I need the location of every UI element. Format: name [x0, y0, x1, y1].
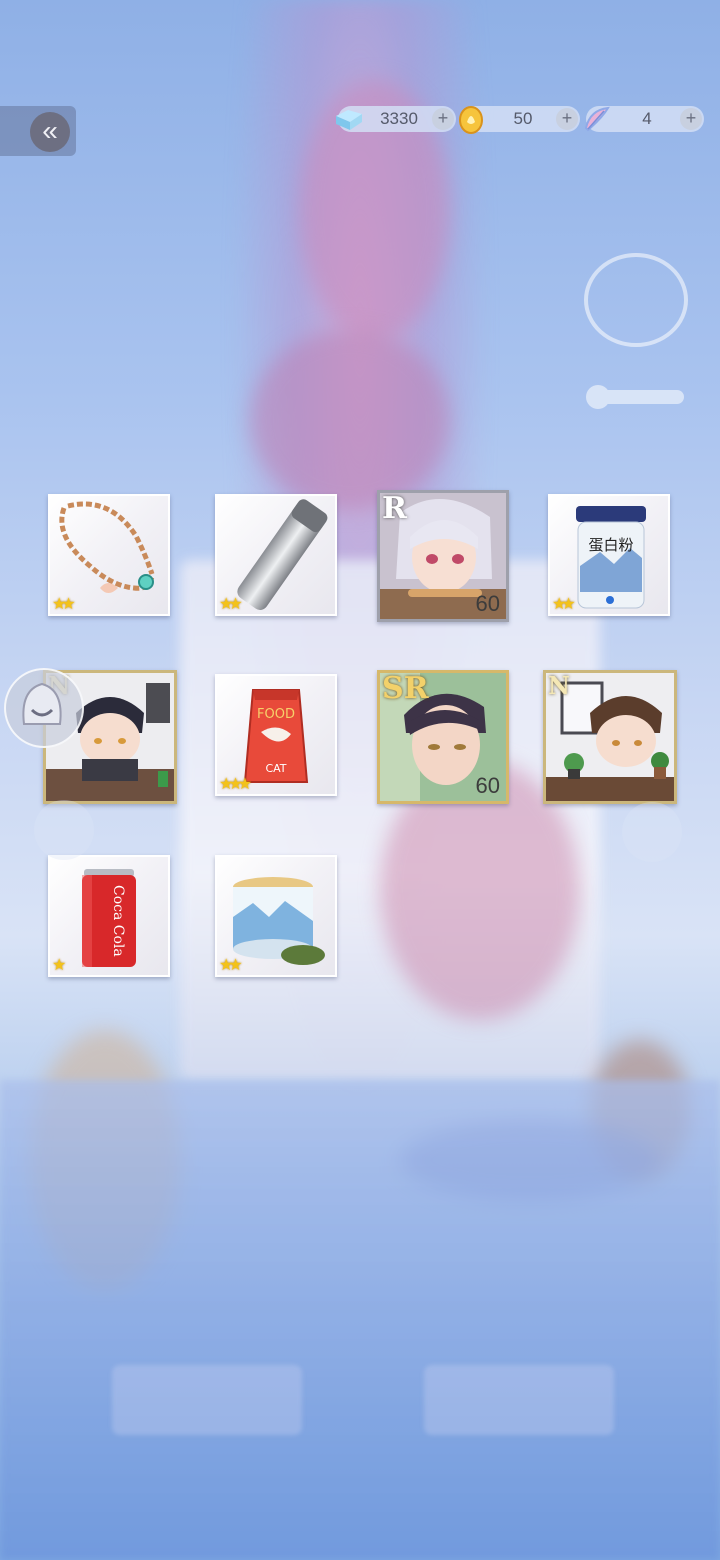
bag-label-top: FOOD — [257, 707, 295, 722]
currency-ticket: 4 + — [584, 106, 704, 132]
event-logo — [584, 253, 688, 409]
currency-gold: 50 + — [459, 106, 580, 134]
rarity-stars: ★★ — [552, 596, 576, 613]
add-gold-button[interactable]: + — [556, 108, 578, 130]
reward-card-n-plants[interactable]: N — [543, 670, 677, 804]
add-ticket-button[interactable]: + — [680, 108, 702, 130]
card-level: 60 — [475, 773, 500, 798]
rarity-stars: ★★ — [219, 596, 243, 613]
chibi-ghost-icon — [22, 682, 62, 725]
diamond-icon — [336, 110, 362, 130]
prev-arrow-icon[interactable] — [34, 800, 94, 860]
bottom-left-button[interactable] — [112, 1365, 302, 1435]
assistant-chibi-button[interactable] — [4, 668, 84, 748]
reward-item-protein-powder[interactable]: 蛋白粉 ★★ — [548, 494, 670, 616]
reward-item-thermos[interactable]: ★★ — [215, 494, 337, 616]
cola-can-icon: Coca Cola — [82, 869, 136, 967]
feather-ticket-icon — [584, 106, 610, 132]
rarity-badge: N — [548, 671, 570, 700]
gold-coin-icon — [459, 106, 483, 134]
reward-item-coca-cola[interactable]: Coca Cola ★ — [48, 855, 170, 977]
rarity-stars: ★★ — [52, 596, 76, 613]
bottom-right-button[interactable] — [424, 1365, 614, 1435]
diamond-count: 3330 — [380, 109, 418, 128]
back-arrow-icon: « — [30, 112, 70, 152]
reward-item-cat-food[interactable]: FOOD CAT ★★★ — [215, 674, 337, 796]
can-label: Coca Cola — [110, 885, 126, 957]
back-button[interactable]: « — [0, 106, 76, 156]
currency-diamond: 3330 + — [336, 106, 456, 132]
rarity-stars: ★★★ — [219, 776, 252, 793]
gold-count: 50 — [513, 109, 533, 128]
reward-card-sr[interactable]: SR 60 — [377, 670, 509, 804]
ticket-count: 4 — [642, 109, 652, 128]
next-arrow-icon[interactable] — [622, 802, 682, 862]
jar-label: 蛋白粉 — [588, 536, 633, 554]
card-level: 60 — [475, 591, 500, 616]
rarity-badge: R — [382, 491, 407, 526]
reward-item-necklace[interactable]: ★★ — [48, 494, 170, 616]
reward-item-tea-tin[interactable]: ★★ — [215, 855, 337, 977]
water-reflection — [0, 1080, 720, 1560]
bag-label-bottom: CAT — [265, 762, 286, 775]
add-diamond-button[interactable]: + — [432, 108, 454, 130]
reward-card-r[interactable]: R 60 — [377, 490, 509, 622]
rarity-stars: ★★ — [219, 957, 243, 974]
rarity-badge: SR — [382, 671, 429, 706]
rarity-stars: ★ — [52, 957, 67, 974]
